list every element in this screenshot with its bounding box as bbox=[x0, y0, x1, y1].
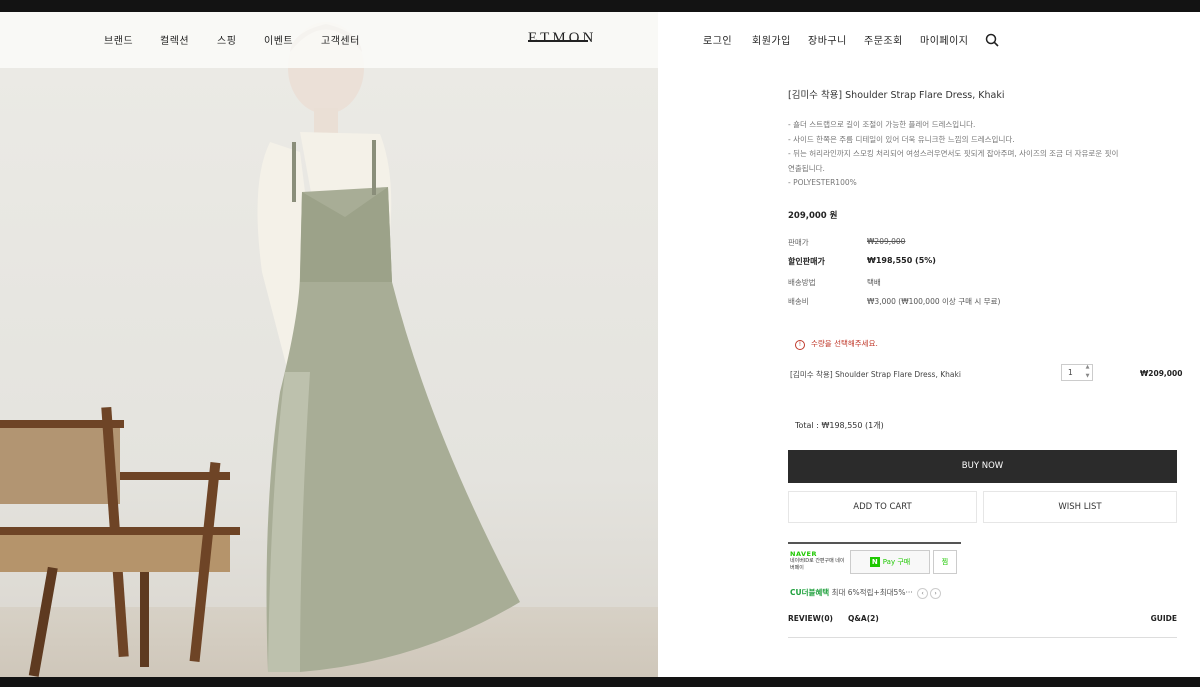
description-line: - POLYESTER100% bbox=[788, 178, 857, 187]
nav-customer-center[interactable]: 고객센터 bbox=[321, 32, 360, 47]
naver-logo: NAVER bbox=[790, 550, 818, 558]
label-discount-price: 할인판매가 bbox=[788, 257, 825, 266]
selected-option-price: ₩209,000 bbox=[1140, 369, 1183, 378]
model-figure bbox=[257, 22, 520, 672]
model-illustration bbox=[0, 22, 520, 677]
naver-pay-button[interactable]: N Pay 구매 bbox=[850, 550, 930, 574]
tab-guide[interactable]: GUIDE bbox=[1151, 614, 1177, 623]
naver-pay-box: NAVER 네이버ID로 간편구매 네이버페이 N Pay 구매 찜 bbox=[788, 542, 961, 578]
product-description: - 숄더 스트랩으로 길이 조절이 가능한 플레어 드레스입니다. - 사이드 … bbox=[788, 118, 1168, 191]
add-to-cart-button[interactable]: ADD TO CART bbox=[788, 491, 977, 523]
cu-benefit: CU더블혜택 최대 6%적립+최대5%··· ‹ › bbox=[790, 587, 942, 599]
description-line: - 뒤는 허리라인까지 스모킹 처리되어 여성스러우면서도 핏되게 잡아주며, … bbox=[788, 149, 1119, 158]
bottom-letterbox-bar bbox=[0, 677, 1200, 687]
chevron-right-icon[interactable]: › bbox=[930, 588, 942, 599]
description-line: 연출됩니다. bbox=[788, 163, 825, 173]
nav-mypage[interactable]: 마이페이지 bbox=[920, 32, 969, 47]
total-price: Total : ₩198,550 (1개) bbox=[795, 421, 884, 430]
naver-zzim-button[interactable]: 찜 bbox=[933, 550, 957, 574]
product-price: 209,000 원 bbox=[788, 211, 838, 221]
cu-benefit-title: CU더블혜택 bbox=[790, 588, 830, 597]
tab-qa[interactable]: Q&A(2) bbox=[848, 614, 879, 623]
qty-increase-icon[interactable]: ▲ bbox=[1082, 364, 1093, 372]
nav-login[interactable]: 로그인 bbox=[703, 32, 732, 47]
rattan-chair bbox=[0, 406, 240, 677]
buy-now-button[interactable]: BUY NOW bbox=[788, 450, 1177, 483]
quantity-notice: ! 수량을 선택해주세요. bbox=[795, 338, 878, 350]
site-logo[interactable]: ETMON bbox=[528, 30, 596, 47]
notice-text: 수량을 선택해주세요. bbox=[811, 339, 878, 348]
naver-pay-subtitle: 네이버ID로 간편구매 네이버페이 bbox=[790, 558, 845, 571]
product-page: 브랜드 컬렉션 스핑 이벤트 고객센터 ETMON 로그인 회원가입 장바구니 … bbox=[0, 12, 1200, 677]
naver-n-icon: N bbox=[869, 557, 880, 567]
value-sale-price: ₩209,000 bbox=[867, 237, 906, 246]
value-shipping-fee: ₩3,000 (₩100,000 이상 구매 시 무료) bbox=[867, 297, 1001, 306]
nav-signup[interactable]: 회원가입 bbox=[752, 32, 791, 47]
nav-cart[interactable]: 장바구니 bbox=[808, 32, 847, 47]
qty-decrease-icon[interactable]: ▼ bbox=[1082, 373, 1093, 381]
nav-event[interactable]: 이벤트 bbox=[264, 32, 293, 47]
nav-order-lookup[interactable]: 주문조회 bbox=[864, 32, 903, 47]
top-letterbox-bar bbox=[0, 0, 1200, 12]
description-line: - 숄더 스트랩으로 길이 조절이 가능한 플레어 드레스입니다. bbox=[788, 120, 976, 129]
nav-brand[interactable]: 브랜드 bbox=[104, 32, 133, 47]
description-line: - 사이드 한쪽은 주름 디테일이 있어 더욱 유니크한 느낌의 드레스입니다. bbox=[788, 134, 1015, 144]
search-icon[interactable] bbox=[985, 33, 999, 47]
product-tabs: REVIEW(0) Q&A(2) GUIDE bbox=[788, 612, 1177, 638]
label-shipping-fee: 배송비 bbox=[788, 297, 809, 306]
tab-review[interactable]: REVIEW(0) bbox=[788, 614, 833, 623]
alert-icon: ! bbox=[795, 340, 805, 350]
nav-collection[interactable]: 컬렉션 bbox=[160, 32, 189, 47]
value-discount-price: ₩198,550 (5%) bbox=[867, 256, 936, 265]
site-header: 브랜드 컬렉션 스핑 이벤트 고객센터 ETMON 로그인 회원가입 장바구니 … bbox=[0, 12, 1200, 68]
label-sale-price: 판매가 bbox=[788, 238, 809, 247]
product-photo bbox=[0, 12, 658, 677]
logo-strike-line bbox=[528, 40, 588, 42]
naver-pay-label: Pay 구매 bbox=[882, 558, 911, 566]
cu-benefit-text: 최대 6%적립+최대5%··· bbox=[831, 588, 913, 597]
product-title: [김미수 착용] Shoulder Strap Flare Dress, Kha… bbox=[788, 90, 1005, 101]
chevron-left-icon[interactable]: ‹ bbox=[917, 588, 929, 599]
wish-list-button[interactable]: WISH LIST bbox=[983, 491, 1177, 523]
nav-shop[interactable]: 스핑 bbox=[217, 32, 236, 47]
label-shipping-method: 배송방법 bbox=[788, 278, 816, 287]
selected-option-name: [김미수 착용] Shoulder Strap Flare Dress, Kha… bbox=[790, 370, 961, 379]
value-shipping-method: 택배 bbox=[867, 278, 881, 287]
